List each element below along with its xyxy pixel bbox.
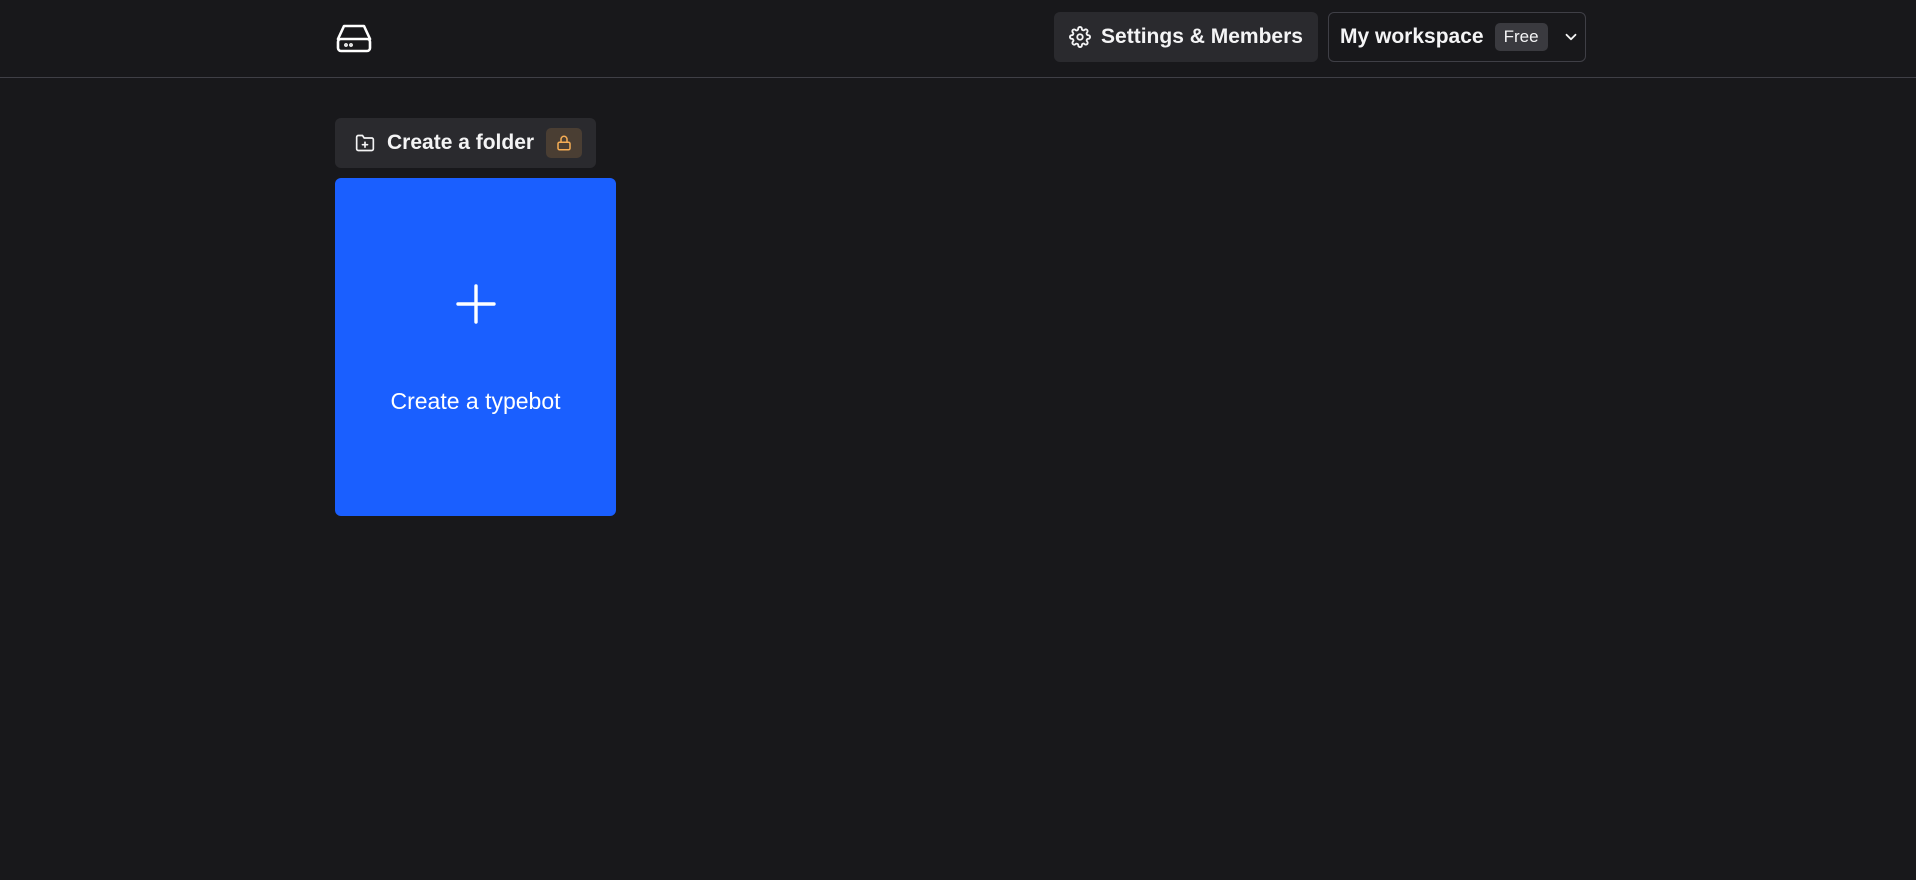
workspace-name: My workspace — [1340, 25, 1484, 48]
chevron-down-icon — [1562, 28, 1580, 46]
create-folder-label: Create a folder — [387, 131, 535, 154]
settings-members-button[interactable]: Settings & Members — [1054, 12, 1318, 62]
create-typebot-button[interactable]: Create a typebot — [335, 178, 616, 516]
create-folder-button[interactable]: Create a folder — [335, 118, 596, 168]
create-typebot-label: Create a typebot — [390, 388, 561, 414]
lock-icon — [546, 128, 583, 158]
plan-badge: Free — [1494, 23, 1548, 51]
workspace-dropdown[interactable]: My workspace Free — [1328, 12, 1586, 62]
settings-members-label: Settings & Members — [1101, 25, 1303, 48]
hard-drive-icon[interactable] — [334, 18, 374, 58]
top-header: Settings & Members My workspace Free — [0, 0, 1916, 78]
plus-icon — [455, 283, 497, 325]
gear-icon — [1069, 26, 1092, 48]
folder-plus-icon — [355, 133, 375, 153]
